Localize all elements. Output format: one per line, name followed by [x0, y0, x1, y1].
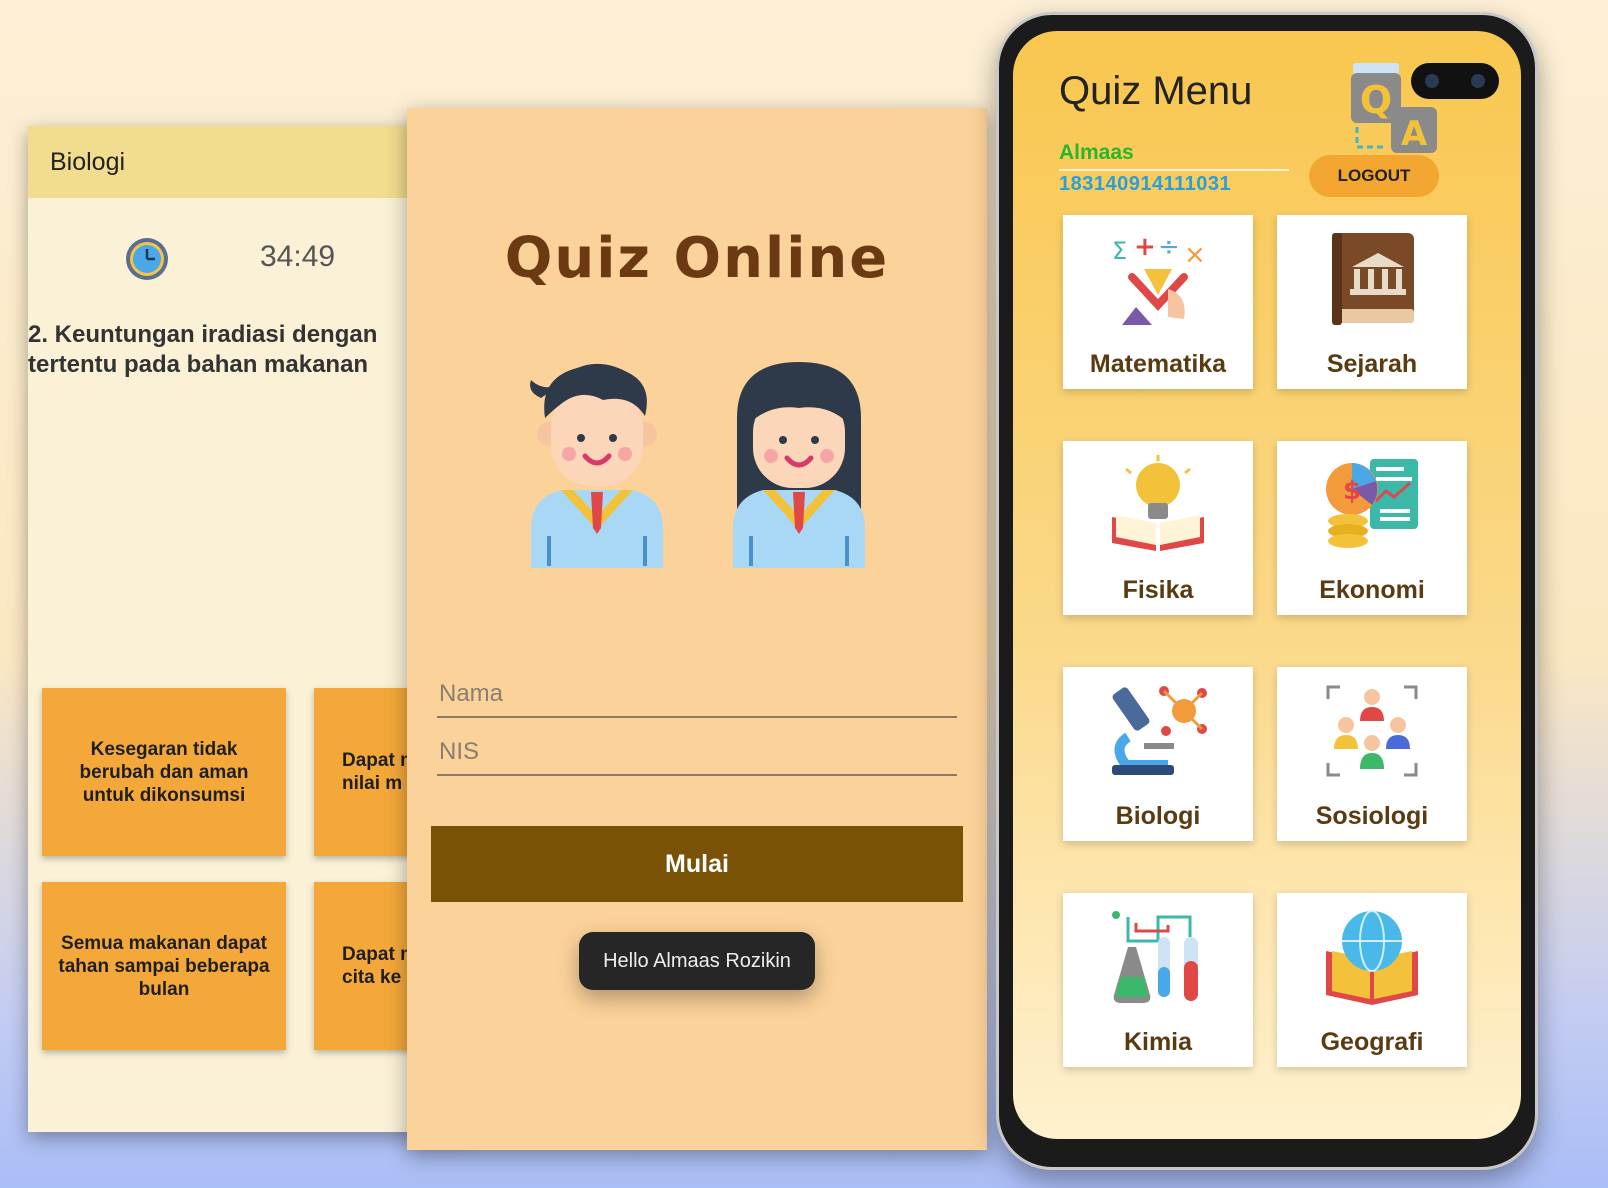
lightbulb-book-icon [1112, 455, 1204, 551]
svg-text:×: × [1184, 240, 1206, 270]
subject-tile-ekonomi[interactable]: $ Ekonomi [1277, 441, 1467, 615]
answer-label: Semua makanan dapat tahan sampai beberap… [58, 932, 270, 1000]
economy-chart-icon: $ [1326, 459, 1418, 548]
math-icon: Σ + ÷ × [1112, 232, 1206, 325]
question-line-2: tertentu pada bahan makanan [28, 351, 369, 378]
svg-text:$: $ [1343, 476, 1361, 506]
timer-row: 34:49 [28, 198, 468, 308]
answer-option-c[interactable]: Semua makanan dapat tahan sampai beberap… [42, 882, 286, 1050]
people-group-icon [1326, 685, 1418, 777]
clock-icon [126, 238, 168, 280]
quiz-screen: Biologi 34:49 2. Keuntungan iradiasi den… [28, 126, 468, 1132]
answer-label: Kesegaran tidak berubah dan aman untuk d… [79, 738, 249, 806]
chemistry-flask-icon [1112, 911, 1198, 1003]
question-text: 2. Keuntungan iradiasi dengan tertentu p… [28, 320, 468, 380]
subject-label: Ekonomi [1319, 576, 1425, 604]
subject-tile-biologi[interactable]: Biologi [1063, 667, 1253, 841]
subject-tile-geografi[interactable]: Geografi [1277, 893, 1467, 1067]
toast-message: Hello Almaas Rozikin [579, 932, 815, 990]
user-divider [1059, 169, 1289, 171]
svg-text:÷: ÷ [1158, 232, 1180, 262]
nis-input[interactable] [437, 730, 957, 774]
globe-book-icon [1326, 910, 1418, 1005]
subject-label: Kimia [1123, 1028, 1193, 1056]
subject-label: Matematika [1089, 350, 1227, 378]
answer-option-a[interactable]: Kesegaran tidak berubah dan aman untuk d… [42, 688, 286, 856]
microscope-icon [1112, 686, 1207, 775]
subject-label: Sejarah [1326, 350, 1418, 378]
quiz-subject-title: Biologi [50, 147, 126, 176]
subject-tile-sejarah[interactable]: Sejarah [1277, 215, 1467, 389]
timer-text: 34:49 [260, 240, 336, 273]
phone-frame: Quiz Menu Q A Almaas 183140914111031 LOG… [996, 12, 1538, 1170]
logout-button[interactable]: LOGOUT [1309, 155, 1439, 197]
front-camera [1411, 63, 1499, 99]
subject-label: Geografi [1320, 1028, 1424, 1056]
quiz-header: Biologi [28, 126, 468, 198]
svg-text:Σ: Σ [1112, 237, 1127, 265]
subject-label: Sosiologi [1315, 802, 1429, 830]
subject-label: Fisika [1122, 576, 1194, 604]
subject-tile-matematika[interactable]: Σ + ÷ × Matematika [1063, 215, 1253, 389]
nis-field[interactable] [437, 730, 957, 776]
svg-text:Q: Q [1360, 78, 1392, 122]
svg-text:A: A [1401, 114, 1428, 154]
question-line-1: 2. Keuntungan iradiasi dengan [28, 321, 378, 348]
login-screen: Quiz Online Mulai Hello Almaas Rozikin [407, 108, 987, 1150]
student-girl-icon [733, 362, 865, 568]
name-field[interactable] [437, 672, 957, 718]
user-name: Almaas [1059, 141, 1134, 164]
name-input[interactable] [437, 672, 957, 716]
user-nis: 183140914111031 [1059, 173, 1232, 195]
subject-tile-sosiologi[interactable]: Sosiologi [1277, 667, 1467, 841]
history-book-icon [1332, 233, 1414, 325]
student-boy-icon [530, 363, 663, 568]
app-title: Quiz Online [504, 226, 890, 291]
start-button[interactable]: Mulai [431, 826, 963, 902]
quiz-menu-screen: Quiz Menu Q A Almaas 183140914111031 LOG… [1013, 31, 1521, 1139]
subject-tile-kimia[interactable]: Kimia [1063, 893, 1253, 1067]
subject-label: Biologi [1115, 802, 1201, 830]
svg-text:+: + [1134, 232, 1156, 262]
subject-tile-fisika[interactable]: Fisika [1063, 441, 1253, 615]
menu-title: Quiz Menu [1059, 69, 1253, 113]
